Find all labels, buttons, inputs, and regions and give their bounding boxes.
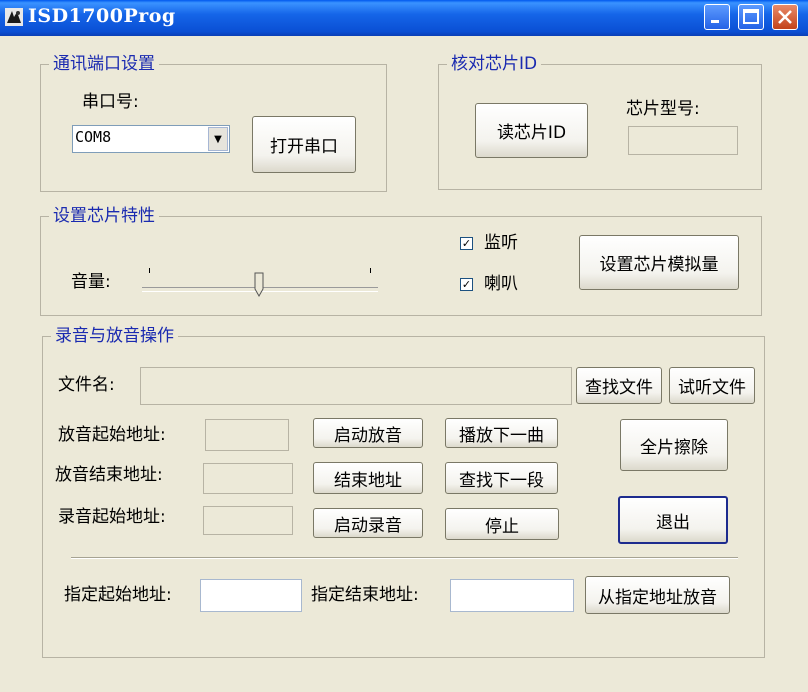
spec-end-label: 指定结束地址: <box>311 585 419 605</box>
spec-start-label: 指定起始地址: <box>64 585 172 605</box>
title-bar[interactable]: ISD1700Prog <box>0 0 808 36</box>
play-end-label: 放音结束地址: <box>55 465 163 485</box>
rec-start-label: 录音起始地址: <box>58 507 166 527</box>
file-name-field[interactable] <box>140 367 572 405</box>
read-chip-id-button[interactable]: 读芯片ID <box>475 103 588 158</box>
speaker-checkbox[interactable]: ✓ <box>460 278 473 291</box>
port-select[interactable]: COM8 ▼ <box>72 125 230 153</box>
close-button[interactable] <box>772 4 798 30</box>
volume-slider[interactable] <box>140 264 380 300</box>
play-from-address-button[interactable]: 从指定地址放音 <box>585 576 730 614</box>
speaker-label: 喇叭 <box>484 274 518 294</box>
minimize-button[interactable] <box>704 4 730 30</box>
record-group-title: 录音与放音操作 <box>51 324 178 348</box>
chip-model-field <box>628 126 738 155</box>
rec-start-field <box>203 506 293 535</box>
slider-tick <box>149 268 150 273</box>
client-area: 通讯端口设置 串口号: COM8 ▼ 打开串口 核对芯片ID 读芯片ID 芯片型… <box>0 36 808 692</box>
start-play-button[interactable]: 启动放音 <box>313 418 423 448</box>
end-address-button[interactable]: 结束地址 <box>313 462 423 494</box>
stop-button[interactable]: 停止 <box>445 508 559 540</box>
close-icon <box>778 10 792 24</box>
minimize-icon <box>711 20 719 23</box>
slider-tick <box>370 268 371 273</box>
exit-button[interactable]: 退出 <box>618 496 728 544</box>
play-start-field <box>205 419 289 451</box>
next-track-button[interactable]: 播放下一曲 <box>445 418 558 448</box>
maximize-icon <box>743 9 759 24</box>
play-end-field <box>203 463 293 494</box>
erase-all-button[interactable]: 全片擦除 <box>620 419 728 471</box>
slider-thumb[interactable] <box>254 272 264 298</box>
open-port-button[interactable]: 打开串口 <box>252 116 356 173</box>
spec-start-input[interactable] <box>200 579 302 612</box>
window-title: ISD1700Prog <box>28 5 176 27</box>
volume-label: 音量: <box>71 272 111 292</box>
spec-end-input[interactable] <box>450 579 574 612</box>
chevron-down-icon[interactable]: ▼ <box>208 127 228 151</box>
set-analog-button[interactable]: 设置芯片模拟量 <box>579 235 739 290</box>
start-record-button[interactable]: 启动录音 <box>313 508 423 538</box>
play-start-label: 放音起始地址: <box>58 425 166 445</box>
listen-file-button[interactable]: 试听文件 <box>669 367 755 404</box>
maximize-button[interactable] <box>738 4 764 30</box>
divider <box>71 557 738 559</box>
monitor-label: 监听 <box>484 233 518 253</box>
file-name-label: 文件名: <box>58 375 115 395</box>
chip-id-group-title: 核对芯片ID <box>447 52 542 76</box>
comm-group-title: 通讯端口设置 <box>49 52 159 76</box>
find-file-button[interactable]: 查找文件 <box>576 367 662 404</box>
chip-props-group-title: 设置芯片特性 <box>49 204 159 228</box>
port-label: 串口号: <box>82 92 139 112</box>
monitor-checkbox[interactable]: ✓ <box>460 237 473 250</box>
find-next-segment-button[interactable]: 查找下一段 <box>445 462 558 494</box>
chip-model-label: 芯片型号: <box>626 99 700 119</box>
port-value: COM8 <box>75 128 112 146</box>
app-icon <box>5 8 23 26</box>
